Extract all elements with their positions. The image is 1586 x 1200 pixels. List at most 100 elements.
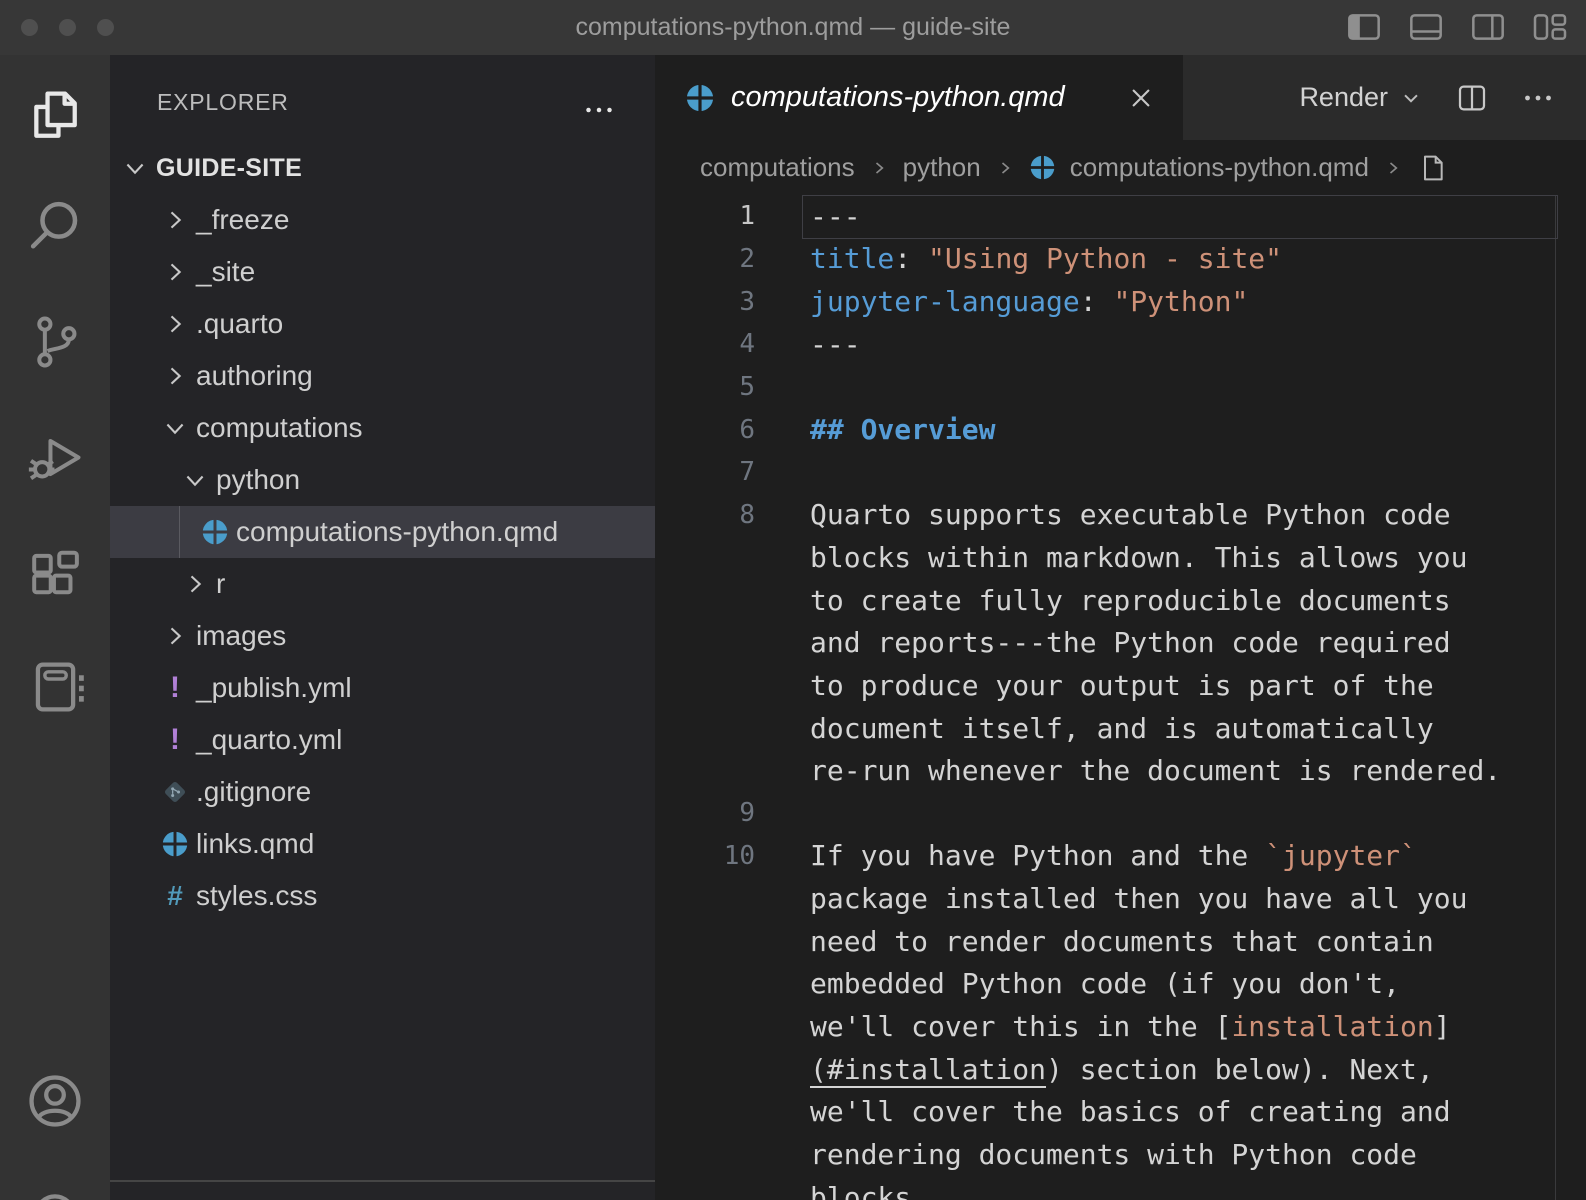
code-line-9: 9 xyxy=(655,792,1586,835)
quarto-file-icon xyxy=(1029,154,1056,181)
tab-title: computations-python.qmd xyxy=(731,81,1065,114)
vscode-window: computations-python.qmd — guide-site xyxy=(0,0,1586,1200)
chevron-down-icon xyxy=(1398,85,1424,111)
tree-item-label: .quarto xyxy=(196,308,283,340)
notebook-icon[interactable] xyxy=(23,655,87,719)
breadcrumb-file[interactable]: computations-python.qmd xyxy=(1070,152,1369,183)
breadcrumb-computations[interactable]: computations xyxy=(700,152,855,183)
code-editor[interactable]: 1---2title: "Using Python - site"3jupyte… xyxy=(655,195,1586,1200)
tree-item-label: python xyxy=(216,464,300,496)
code-line-wrap: embedded Python code (if you don't, xyxy=(655,963,1586,1006)
source-control-icon[interactable] xyxy=(23,310,87,374)
tree-item-computations-python-qmd[interactable]: computations-python.qmd xyxy=(110,506,655,558)
line-number: 3 xyxy=(655,287,755,317)
line-number: 2 xyxy=(655,244,755,274)
tree-item--freeze[interactable]: _freeze xyxy=(110,194,655,246)
tree-item--publish-yml[interactable]: !_publish.yml xyxy=(110,662,655,714)
settings-gear-icon[interactable] xyxy=(23,1183,87,1200)
code-line-wrap: to produce your output is part of the xyxy=(655,664,1586,707)
line-number: 4 xyxy=(655,329,755,359)
explorer-more-actions-icon[interactable] xyxy=(581,86,617,127)
file-tree: GUIDE-SITE _freeze _site .quarto authoring co… xyxy=(110,142,655,922)
render-button[interactable]: Render xyxy=(1299,82,1424,113)
tree-item--quarto-yml[interactable]: !_quarto.yml xyxy=(110,714,655,766)
css-file-icon: # xyxy=(160,881,190,911)
chevron-down-icon xyxy=(180,465,210,495)
toggle-panel-icon[interactable] xyxy=(1406,7,1446,47)
explorer-icon[interactable] xyxy=(23,84,87,148)
toggle-secondary-sidebar-icon[interactable] xyxy=(1468,7,1508,47)
tree-item-authoring[interactable]: authoring xyxy=(110,350,655,402)
code-line-wrap: to create fully reproducible documents xyxy=(655,579,1586,622)
chevron-right-icon xyxy=(160,361,190,391)
quarto-file-icon xyxy=(200,517,230,547)
code-line-7: 7 xyxy=(655,451,1586,494)
code-line-8: 8Quarto supports executable Python code xyxy=(655,493,1586,536)
code-line-2: 2title: "Using Python - site" xyxy=(655,238,1586,281)
tree-item-images[interactable]: images xyxy=(110,610,655,662)
tree-item-links-qmd[interactable]: links.qmd xyxy=(110,818,655,870)
tab-computations-python[interactable]: computations-python.qmd xyxy=(655,55,1183,140)
tree-item-label: computations xyxy=(196,412,363,444)
activity-bar xyxy=(0,55,110,1200)
tree-item-label: _site xyxy=(196,256,255,288)
tab-bar: computations-python.qmd Render xyxy=(655,55,1586,140)
explorer-title: EXPLORER xyxy=(157,89,289,116)
tree-item-guide-site[interactable]: GUIDE-SITE xyxy=(110,142,655,194)
chevron-right-icon xyxy=(160,257,190,287)
split-editor-icon[interactable] xyxy=(1454,80,1490,116)
tree-item-label: styles.css xyxy=(196,880,317,912)
account-icon[interactable] xyxy=(23,1069,87,1133)
line-number: 9 xyxy=(655,798,755,828)
code-line-3: 3jupyter-language: "Python" xyxy=(655,280,1586,323)
git-file-icon xyxy=(160,777,190,807)
breadcrumb-python[interactable]: python xyxy=(903,152,981,183)
code-line-wrap: need to render documents that contain xyxy=(655,920,1586,963)
code-line-wrap: rendering documents with Python code xyxy=(655,1133,1586,1176)
code-line-4: 4--- xyxy=(655,323,1586,366)
code-line-wrap: blocks within markdown. This allows you xyxy=(655,536,1586,579)
tree-item-label: GUIDE-SITE xyxy=(156,154,302,183)
line-number: 7 xyxy=(655,457,755,487)
outline-section-header[interactable]: OUTLINE xyxy=(110,1188,655,1200)
code-line-wrap: we'll cover this in the [installation] xyxy=(655,1005,1586,1048)
tree-item-label: images xyxy=(196,620,286,652)
code-line-wrap: re-run whenever the document is rendered… xyxy=(655,749,1586,792)
code-line-wrap: and reports---the Python code required xyxy=(655,621,1586,664)
toggle-primary-sidebar-icon[interactable] xyxy=(1344,7,1384,47)
sidebar-section-divider xyxy=(110,1180,655,1182)
code-line-wrap: we'll cover the basics of creating and xyxy=(655,1090,1586,1133)
tree-item--site[interactable]: _site xyxy=(110,246,655,298)
breadcrumbs: computations python computations-python.… xyxy=(655,140,1586,195)
editor-more-actions-icon[interactable] xyxy=(1520,80,1556,116)
tree-item-label: _freeze xyxy=(196,204,289,236)
extensions-icon[interactable] xyxy=(23,541,87,605)
run-and-debug-icon[interactable] xyxy=(23,425,87,489)
yaml-file-icon: ! xyxy=(160,725,190,755)
tree-item-label: links.qmd xyxy=(196,828,314,860)
tree-item-styles-css[interactable]: #styles.css xyxy=(110,870,655,922)
render-label: Render xyxy=(1299,82,1388,113)
code-line-wrap: (#installation) section below). Next, xyxy=(655,1048,1586,1091)
search-icon[interactable] xyxy=(23,194,87,258)
tree-item--gitignore[interactable]: .gitignore xyxy=(110,766,655,818)
tree-item--quarto[interactable]: .quarto xyxy=(110,298,655,350)
code-line-10: 10If you have Python and the `jupyter` xyxy=(655,835,1586,878)
line-number: 6 xyxy=(655,415,755,445)
symbol-file-icon xyxy=(1417,152,1449,184)
chevron-right-icon xyxy=(160,205,190,235)
tree-item-computations[interactable]: computations xyxy=(110,402,655,454)
customize-layout-icon[interactable] xyxy=(1530,7,1570,47)
tree-item-python[interactable]: python xyxy=(110,454,655,506)
code-line-5: 5 xyxy=(655,366,1586,409)
chevron-right-icon xyxy=(180,569,210,599)
code-line-wrap: package installed then you have all you xyxy=(655,877,1586,920)
line-number: 10 xyxy=(655,841,755,871)
titlebar: computations-python.qmd — guide-site xyxy=(0,0,1586,55)
indent-guide xyxy=(179,506,180,558)
tree-item-label: r xyxy=(216,568,225,600)
chevron-right-icon xyxy=(869,158,889,178)
tree-item-r[interactable]: r xyxy=(110,558,655,610)
close-tab-icon[interactable] xyxy=(1125,82,1157,114)
line-number: 1 xyxy=(655,201,755,231)
